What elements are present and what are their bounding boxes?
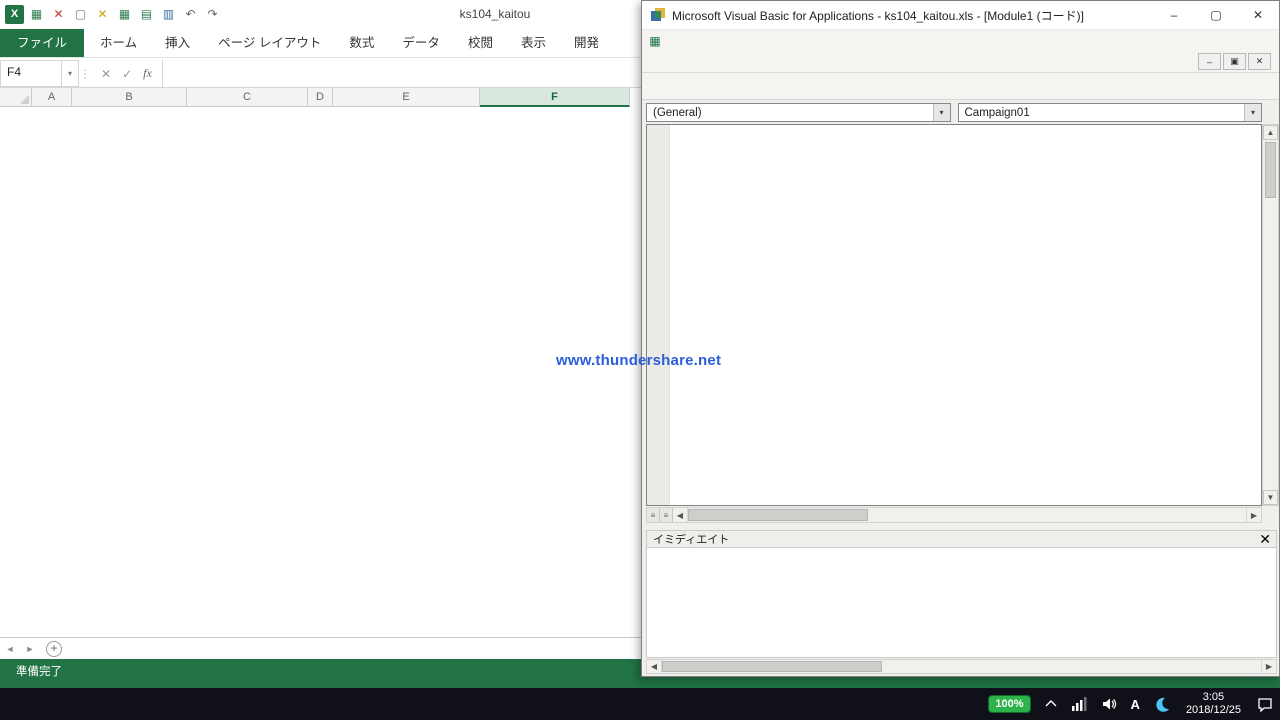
excel-titlebar: X▦✕▢✕▦▤▥↶↷ ks104_kaitou: [0, 0, 648, 28]
code-horizontal-scrollbar[interactable]: ≡ ≡ ◀ ▶: [646, 507, 1262, 523]
notification-icon[interactable]: [1250, 688, 1280, 720]
child-window-controls: – ▣ ✕: [1198, 53, 1279, 70]
undo-icon[interactable]: ↶: [181, 5, 200, 24]
more-icon: ⋮: [79, 60, 91, 87]
redo-icon[interactable]: ↷: [203, 5, 222, 24]
excel-logo-icon[interactable]: X: [5, 5, 24, 24]
volume-icon[interactable]: [1094, 688, 1124, 720]
clock[interactable]: 3:05 2018/12/25: [1177, 688, 1250, 720]
column-header-E[interactable]: E: [333, 88, 480, 107]
date: 2018/12/25: [1186, 704, 1241, 717]
close-red-icon[interactable]: ✕: [49, 5, 68, 24]
vba-app-icon: [650, 7, 666, 23]
vba-menubar: ▦ – ▣ ✕: [642, 30, 1279, 73]
module-icon: ▦: [646, 33, 664, 49]
column-header-C[interactable]: C: [187, 88, 308, 107]
window-icon[interactable]: ▢: [71, 5, 90, 24]
formula-input[interactable]: [163, 60, 648, 87]
vba-window-controls: – ▢ ✕: [1153, 1, 1279, 29]
name-box[interactable]: F4: [0, 60, 62, 87]
close-button[interactable]: ✕: [1237, 1, 1279, 29]
object-combo[interactable]: (General) ▾: [646, 103, 951, 122]
select-all-corner[interactable]: [0, 88, 32, 107]
code-window[interactable]: [646, 124, 1262, 506]
vba-titlebar[interactable]: Microsoft Visual Basic for Applications …: [642, 1, 1279, 30]
battery-indicator: 100%: [981, 688, 1037, 720]
maximize-button[interactable]: ▢: [1195, 1, 1237, 29]
desktop: X▦✕▢✕▦▤▥↶↷ ks104_kaitou ファイルホーム挿入ページ レイア…: [0, 0, 1280, 720]
scroll-thumb[interactable]: [1265, 142, 1276, 198]
network-icon[interactable]: [1064, 688, 1094, 720]
code-combos: (General) ▾ Campaign01 ▾: [646, 103, 1262, 122]
formula-bar: F4 ▾ ⋮ ✕ ✓ fx: [0, 58, 648, 88]
time: 3:05: [1203, 691, 1224, 704]
minimize-button[interactable]: –: [1153, 1, 1195, 29]
chevron-down-icon[interactable]: ▾: [1244, 104, 1261, 121]
add-sheet-button[interactable]: +: [40, 638, 68, 659]
new-sheet-icon[interactable]: ▦: [27, 5, 46, 24]
vba-window: Microsoft Visual Basic for Applications …: [641, 0, 1280, 677]
formula-buttons: ✕ ✓ fx: [91, 60, 163, 87]
cancel-icon[interactable]: ✕: [101, 67, 111, 81]
ribbon-tabs: ファイルホーム挿入ページ レイアウト数式データ校閲表示開発: [0, 28, 648, 58]
name-box-dropdown-icon[interactable]: ▾: [62, 60, 79, 87]
chevron-down-icon[interactable]: ▾: [933, 104, 950, 121]
quick-access-toolbar: X▦✕▢✕▦▤▥↶↷: [0, 5, 222, 24]
ribbon-tab-1[interactable]: ホーム: [86, 29, 151, 57]
scroll-right-icon[interactable]: ▶: [1261, 660, 1276, 673]
plus-icon: +: [46, 641, 62, 657]
immediate-window-body[interactable]: [646, 548, 1277, 658]
taskbar: 100% A 3:05 2018/12/25: [0, 688, 1280, 720]
vba-toolbar: [642, 73, 1279, 100]
child-close-button[interactable]: ✕: [1248, 53, 1271, 70]
ribbon-tab-6[interactable]: 校閲: [454, 29, 507, 57]
exit-yellow-icon[interactable]: ✕: [93, 5, 112, 24]
scroll-up-icon[interactable]: ▲: [1263, 125, 1278, 140]
chevron-up-icon[interactable]: [1038, 688, 1064, 720]
sheet-grid: ABCDEF: [0, 88, 648, 637]
watermark-text: www.thundershare.net: [556, 352, 721, 369]
ribbon-tab-5[interactable]: データ: [388, 29, 454, 57]
procedure-combo[interactable]: Campaign01 ▾: [958, 103, 1263, 122]
bottom-scrollbar[interactable]: ◀ ▶: [646, 659, 1277, 674]
ribbon-tab-8[interactable]: 開発: [560, 29, 613, 57]
status-text: 準備完了: [16, 666, 62, 678]
ribbon-tab-2[interactable]: 挿入: [151, 29, 204, 57]
scroll-left-icon[interactable]: ◀: [673, 508, 688, 522]
system-tray: 100% A 3:05 2018/12/25: [981, 688, 1280, 720]
scroll-down-icon[interactable]: ▼: [1263, 490, 1278, 505]
column-header-A[interactable]: A: [32, 88, 72, 107]
table-icon[interactable]: ▤: [137, 5, 156, 24]
column-header-F[interactable]: F: [480, 88, 630, 107]
scroll-right-icon[interactable]: ▶: [1246, 508, 1261, 522]
immediate-window-title: イミディエイト: [653, 531, 729, 547]
immediate-close-icon[interactable]: ✕: [1259, 532, 1276, 546]
ribbon-tab-file[interactable]: ファイル: [0, 29, 84, 57]
child-minimize-button[interactable]: –: [1198, 53, 1221, 70]
excel-window-title: ks104_kaitou: [350, 0, 640, 28]
split-handle[interactable]: ≡: [647, 508, 660, 522]
fx-icon[interactable]: fx: [143, 66, 152, 81]
sheet-tab-bar: ◄ ► +: [0, 637, 641, 659]
child-restore-button[interactable]: ▣: [1223, 53, 1246, 70]
moon-icon[interactable]: [1147, 688, 1177, 720]
tab-nav-left-icon[interactable]: ◄: [0, 638, 20, 659]
immediate-window-header[interactable]: イミディエイト ✕: [646, 530, 1277, 548]
save-icon[interactable]: ▥: [159, 5, 178, 24]
code-vertical-scrollbar[interactable]: ▲ ▼: [1262, 124, 1279, 506]
vba-window-title: Microsoft Visual Basic for Applications …: [672, 7, 1153, 24]
column-header-B[interactable]: B: [72, 88, 187, 107]
enter-icon[interactable]: ✓: [122, 67, 132, 81]
scroll-thumb[interactable]: [688, 509, 868, 521]
ribbon-tab-7[interactable]: 表示: [507, 29, 560, 57]
ribbon-tab-4[interactable]: 数式: [335, 29, 388, 57]
ime-indicator[interactable]: A: [1124, 688, 1147, 720]
column-header-D[interactable]: D: [308, 88, 333, 107]
scroll-left-icon[interactable]: ◀: [647, 660, 662, 673]
tab-nav-right-icon[interactable]: ►: [20, 638, 40, 659]
split-handle[interactable]: ≡: [660, 508, 673, 522]
scroll-thumb[interactable]: [662, 661, 882, 672]
ribbon-tab-3[interactable]: ページ レイアウト: [204, 29, 335, 57]
grid-icon[interactable]: ▦: [115, 5, 134, 24]
